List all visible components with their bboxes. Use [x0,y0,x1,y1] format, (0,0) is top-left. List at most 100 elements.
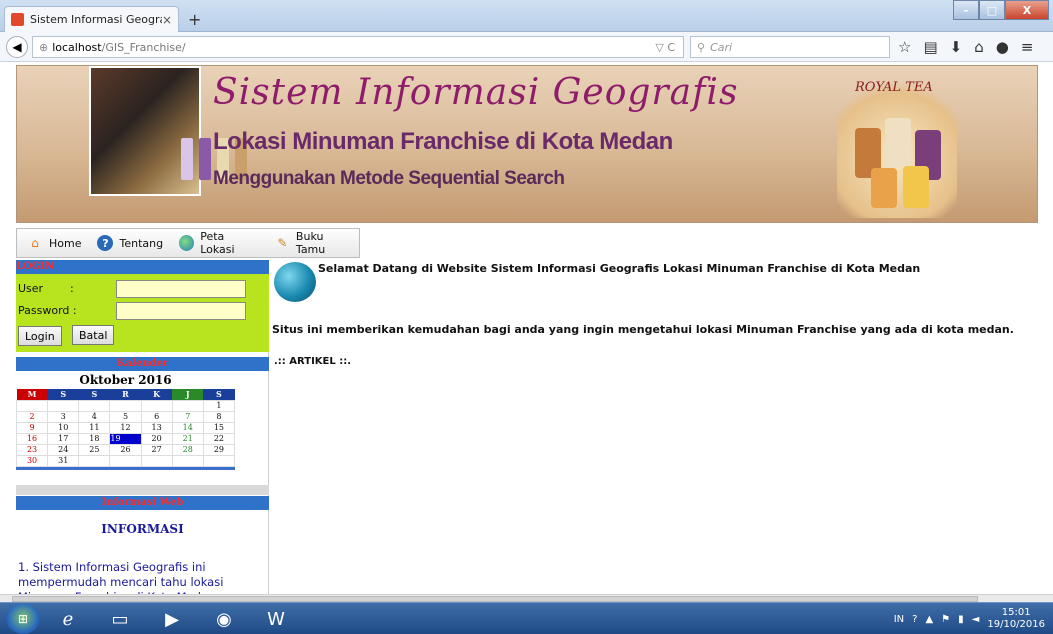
new-tab-button[interactable]: + [188,10,201,29]
calendar-day[interactable]: 31 [47,454,80,467]
calendar-day[interactable]: 18 [78,432,111,445]
search-input[interactable]: ⚲ Cari [690,36,890,58]
calendar-day[interactable]: 24 [47,443,80,456]
password-field[interactable] [116,302,246,320]
calendar-day[interactable]: 27 [140,443,173,456]
calendar-day[interactable]: 11 [78,421,111,434]
artikel-heading[interactable]: .:: ARTIKEL ::. [274,356,351,367]
calendar-week: 16 17 18 19 20 21 22 [15,432,236,445]
calendar-day [140,399,173,412]
calendar-day [109,399,142,412]
calendar-day[interactable]: 6 [140,410,173,423]
calendar-week: 1 [15,399,236,412]
description-text: Situs ini memberikan kemudahan bagi anda… [272,323,1014,336]
calendar-day-header: J [172,389,204,400]
calendar-day[interactable]: 22 [202,432,236,445]
calendar-day [202,454,236,467]
info-heading: Informasi Web [16,496,269,510]
menu-icon[interactable]: ≡ [1021,38,1034,56]
calendar-day[interactable]: 2 [15,410,49,423]
reading-list-icon[interactable]: ▤ [923,38,937,56]
calendar-day [171,454,204,467]
calendar-day[interactable]: 16 [15,432,49,445]
calendar-day[interactable]: 19 [109,432,142,445]
calendar-day[interactable]: 9 [15,421,49,434]
calendar-day[interactable]: 26 [109,443,142,456]
clock[interactable]: 15:01 19/10/2016 [987,607,1045,631]
calendar-day[interactable]: 23 [15,443,49,456]
user-field[interactable] [116,280,246,298]
info-icon: ? [97,235,114,251]
help-icon[interactable]: ? [912,614,917,625]
firefox-taskbar-icon[interactable]: ◉ [204,605,244,633]
calendar-day [140,454,173,467]
calendar-day[interactable]: 5 [109,410,142,423]
left-sidebar: LOGIN User : Password : Login Batal Kale… [15,260,269,594]
menu-item-tentang[interactable]: ? Tentang [87,235,169,251]
calendar-day [171,399,204,412]
language-indicator[interactable]: IN [894,614,904,625]
tab-close-button[interactable]: × [162,13,172,27]
login-button[interactable]: Login [18,326,62,346]
minimize-button[interactable]: – [953,0,979,20]
calendar-day[interactable]: 7 [171,410,204,423]
main-content: Selamat Datang di Website Sistem Informa… [272,260,1038,594]
calendar-day [78,454,111,467]
back-button[interactable]: ◀ [6,35,28,58]
start-button[interactable]: ⊞ [6,604,40,634]
menu-item-home[interactable]: ⌂ Home [17,235,87,251]
calendar-day[interactable]: 12 [109,421,142,434]
login-panel: LOGIN User : Password : Login Batal [16,260,269,352]
search-icon: ⚲ [697,40,706,54]
brand-logo-text: ROYAL TEA [855,80,933,95]
close-window-button[interactable]: X [1005,0,1049,20]
clock-date: 19/10/2016 [987,619,1045,630]
cancel-button[interactable]: Batal [72,325,115,345]
horizontal-scrollbar[interactable] [0,594,1053,602]
calendar-day[interactable]: 28 [171,443,204,456]
windows-logo-icon: ⊞ [17,612,29,626]
media-taskbar-icon[interactable]: ▶ [152,605,192,633]
download-icon[interactable]: ⬇ [950,38,963,56]
address-bar[interactable]: ⊕ localhost /GIS_Franchise/ ▽ C [32,36,684,58]
network-icon[interactable]: ▮ [958,614,964,625]
calendar-day[interactable]: 29 [202,443,236,456]
calendar-day[interactable]: 14 [171,421,204,434]
calendar-day-header: S [203,389,235,400]
calendar-day[interactable]: 10 [47,421,80,434]
flag-icon[interactable]: ⚑ [941,614,950,625]
menu-item-peta-lokasi[interactable]: Peta Lokasi [169,230,265,256]
browser-tab[interactable]: Sistem Informasi Geografis... × [4,6,179,32]
word-taskbar-icon[interactable]: W [256,605,296,633]
menu-item-buku-tamu[interactable]: ✎ Buku Tamu [265,230,359,256]
reload-icon[interactable]: ▽ C [655,41,683,54]
maximize-button[interactable]: □ [979,0,1005,20]
tray-arrow-icon[interactable]: ▲ [925,614,933,625]
calendar-day[interactable]: 1 [202,399,236,412]
volume-icon[interactable]: ◄ [972,614,980,625]
password-label: Password : [18,304,77,317]
calendar-day[interactable]: 15 [202,421,236,434]
calendar-day[interactable]: 4 [78,410,111,423]
calendar-day[interactable]: 21 [171,432,204,445]
calendar-day[interactable]: 8 [202,410,236,423]
chat-icon[interactable]: ● [996,38,1009,56]
bookmark-star-icon[interactable]: ☆ [898,38,911,56]
calendar-day[interactable]: 25 [78,443,111,456]
menu-box: ⌂ Home ? Tentang Peta Lokasi ✎ Buku Tamu [16,228,360,258]
clock-time: 15:01 [1001,607,1031,618]
calendar-day[interactable]: 30 [15,454,49,467]
ie-taskbar-icon[interactable]: ℯ [48,605,88,633]
calendar-day[interactable]: 17 [47,432,80,445]
calendar-day[interactable]: 13 [140,421,173,434]
menu-item-label: Buku Tamu [295,230,326,256]
home-icon[interactable]: ⌂ [974,38,984,56]
calendar-day[interactable]: 20 [140,432,173,445]
windows-taskbar: ⊞ ℯ ▭ ▶ ◉ W IN ? ▲ ⚑ ▮ ◄ 15:01 19/10/201… [0,602,1053,634]
calendar-day[interactable]: 3 [47,410,80,423]
calendar-heading: Kalender [16,357,269,371]
site-banner: Sistem Informasi Geografis Lokasi Minuma… [16,65,1038,223]
calendar-day [78,399,111,412]
explorer-taskbar-icon[interactable]: ▭ [100,605,140,633]
browser-titlebar: Sistem Informasi Geografis... × + – □ X [0,0,1053,32]
